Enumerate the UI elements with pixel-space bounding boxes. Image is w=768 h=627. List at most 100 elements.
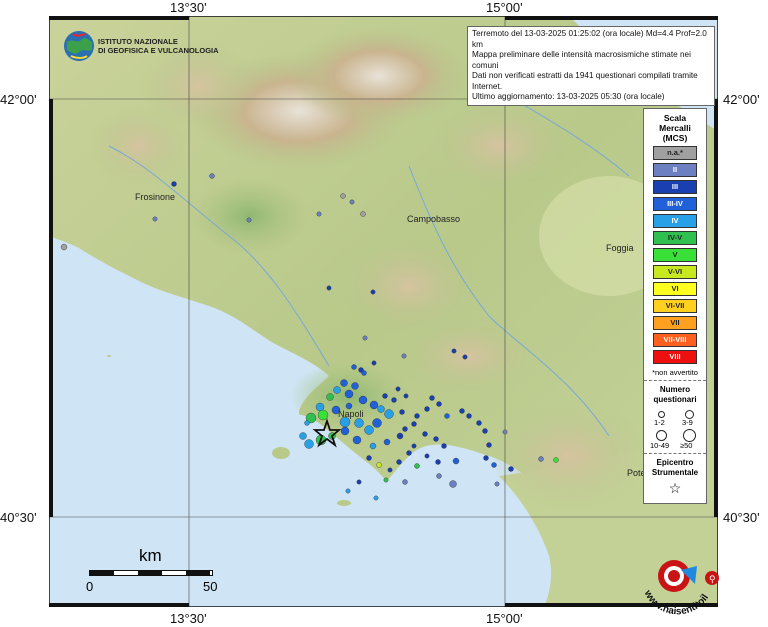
intensity-point[interactable]: [377, 405, 385, 413]
intensity-point[interactable]: [399, 409, 405, 415]
intensity-point[interactable]: [369, 442, 377, 450]
intensity-point[interactable]: [356, 479, 362, 485]
intensity-point[interactable]: [316, 211, 322, 217]
intensity-point[interactable]: [364, 425, 374, 435]
intensity-point[interactable]: [360, 211, 366, 217]
intensity-point[interactable]: [382, 393, 388, 399]
intensity-point[interactable]: [370, 289, 376, 295]
intensity-point[interactable]: [373, 495, 379, 501]
intensity-point[interactable]: [403, 393, 409, 399]
event-info-box: Terremoto del 13-03-2025 01:25:02 (ora l…: [467, 26, 715, 106]
intensity-point[interactable]: [508, 466, 514, 472]
intensity-point[interactable]: [466, 413, 472, 419]
intensity-point[interactable]: [349, 199, 355, 205]
intensity-point[interactable]: [435, 459, 441, 465]
legend-title-3: (MCS): [662, 133, 688, 143]
intensity-point[interactable]: [402, 426, 408, 432]
intensity-point[interactable]: [333, 386, 341, 394]
intensity-point[interactable]: [553, 457, 559, 463]
intensity-point[interactable]: [391, 397, 397, 403]
intensity-point[interactable]: [344, 389, 354, 399]
ponza-island: [107, 355, 111, 357]
intensity-point[interactable]: [209, 173, 215, 179]
intensity-point[interactable]: [436, 401, 442, 407]
haisentito-badge[interactable]: www.haisentitoilterremoto.it ⚲: [629, 536, 724, 626]
intensity-point[interactable]: [345, 488, 351, 494]
intensity-point[interactable]: [352, 435, 362, 445]
intensity-point[interactable]: [383, 438, 391, 446]
intensity-point[interactable]: [376, 462, 382, 468]
intensity-point[interactable]: [317, 409, 329, 421]
intensity-point[interactable]: [340, 379, 348, 387]
intensity-point[interactable]: [366, 455, 372, 461]
intensity-point[interactable]: [436, 473, 442, 479]
intensity-point[interactable]: [358, 395, 368, 405]
bottom-tick-1330: 13°30': [170, 611, 207, 626]
intensity-point[interactable]: [326, 393, 334, 401]
intensity-point[interactable]: [491, 462, 497, 468]
intensity-point[interactable]: [444, 413, 450, 419]
intensity-point[interactable]: [476, 420, 482, 426]
intensity-point[interactable]: [396, 459, 402, 465]
intensity-point[interactable]: [429, 395, 435, 401]
intensity-point[interactable]: [462, 354, 468, 360]
intensity-point[interactable]: [246, 217, 252, 223]
intensity-point[interactable]: [449, 480, 457, 488]
intensity-point[interactable]: [340, 426, 350, 436]
intensity-point[interactable]: [351, 382, 359, 390]
epicentro-title-1: Epicentro: [656, 458, 694, 467]
intensity-point[interactable]: [362, 335, 368, 341]
intensity-point[interactable]: [411, 443, 417, 449]
intensity-point[interactable]: [402, 479, 408, 485]
intensity-point[interactable]: [459, 408, 465, 414]
intensity-point[interactable]: [171, 181, 177, 187]
intensity-point[interactable]: [424, 406, 430, 412]
intensity-point[interactable]: [486, 442, 492, 448]
right-tick-4030: 40°30': [723, 510, 760, 525]
intensity-point[interactable]: [326, 285, 332, 291]
intensity-point[interactable]: [538, 456, 544, 462]
intensity-point[interactable]: [387, 467, 393, 473]
right-tick-4200: 42°00': [723, 92, 760, 107]
intensity-point[interactable]: [340, 193, 346, 199]
intensity-point[interactable]: [354, 418, 364, 428]
intensity-point[interactable]: [369, 400, 379, 410]
city-label-napoli: Napoli: [338, 409, 364, 419]
intensity-point[interactable]: [411, 421, 417, 427]
intensity-point[interactable]: [396, 432, 404, 440]
intensity-point[interactable]: [351, 364, 357, 370]
intensity-point[interactable]: [451, 348, 457, 354]
intensity-point[interactable]: [482, 428, 488, 434]
legend-item-11: VII-VIII: [653, 333, 697, 347]
intensity-point[interactable]: [483, 455, 489, 461]
left-tick-4030: 40°30': [0, 510, 37, 525]
intensity-point[interactable]: [422, 431, 428, 437]
legend-item-0: n.a.*: [653, 146, 697, 160]
intensity-point[interactable]: [383, 477, 389, 483]
intensity-point[interactable]: [152, 216, 158, 222]
city-label-campobasso: Campobasso: [407, 214, 461, 224]
intensity-point[interactable]: [304, 439, 314, 449]
intensity-point[interactable]: [494, 481, 500, 487]
intensity-point[interactable]: [315, 402, 325, 412]
intensity-point[interactable]: [414, 413, 420, 419]
legend-note: *non avvertito: [644, 364, 706, 381]
intensity-point[interactable]: [304, 420, 310, 426]
intensity-point[interactable]: [452, 457, 460, 465]
intensity-point[interactable]: [414, 463, 420, 469]
intensity-point[interactable]: [372, 418, 382, 428]
intensity-point[interactable]: [424, 453, 430, 459]
intensity-point[interactable]: [361, 370, 367, 376]
intensity-point[interactable]: [401, 353, 407, 359]
intensity-point[interactable]: [433, 436, 439, 442]
intensity-point[interactable]: [60, 243, 68, 251]
intensity-point[interactable]: [384, 409, 394, 419]
intensity-point[interactable]: [395, 386, 401, 392]
questionari-title-1: Numero: [659, 385, 691, 394]
intensity-point[interactable]: [441, 443, 447, 449]
intensity-point[interactable]: [502, 429, 508, 435]
legend-item-2: III: [653, 180, 697, 194]
intensity-point[interactable]: [371, 360, 377, 366]
intensity-point[interactable]: [406, 450, 412, 456]
intensity-point[interactable]: [299, 432, 307, 440]
